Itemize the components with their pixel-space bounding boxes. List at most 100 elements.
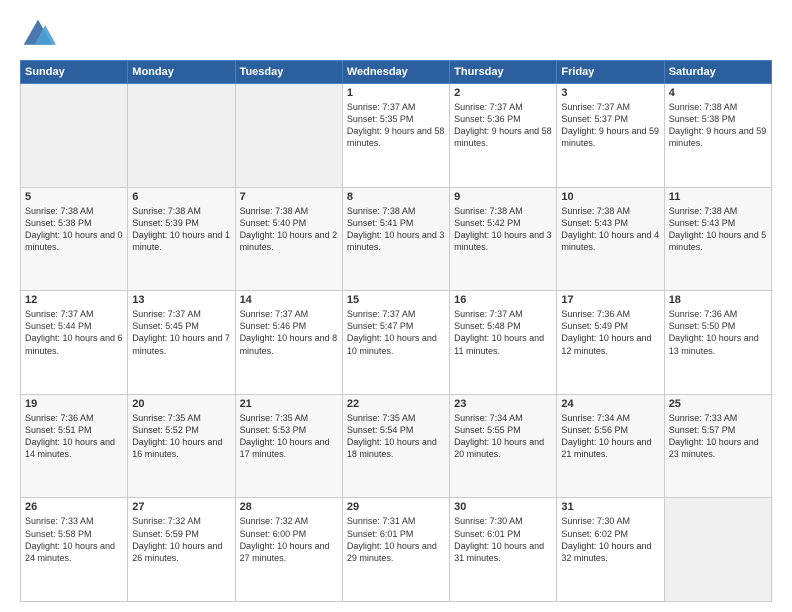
day-info: Sunrise: 7:35 AM Sunset: 5:52 PM Dayligh… bbox=[132, 412, 230, 461]
day-cell bbox=[21, 84, 128, 188]
day-number: 16 bbox=[454, 294, 552, 306]
week-row-5: 26 Sunrise: 7:33 AM Sunset: 5:58 PM Dayli… bbox=[21, 498, 772, 602]
day-cell: 8 Sunrise: 7:38 AM Sunset: 5:41 PM Daylig… bbox=[342, 187, 449, 291]
day-cell: 24 Sunrise: 7:34 AM Sunset: 5:56 PM Dayli… bbox=[557, 394, 664, 498]
day-number: 8 bbox=[347, 191, 445, 203]
day-cell: 28 Sunrise: 7:32 AM Sunset: 6:00 PM Dayli… bbox=[235, 498, 342, 602]
day-number: 24 bbox=[561, 398, 659, 410]
day-info: Sunrise: 7:35 AM Sunset: 5:53 PM Dayligh… bbox=[240, 412, 338, 461]
day-cell: 2 Sunrise: 7:37 AM Sunset: 5:36 PM Daylig… bbox=[450, 84, 557, 188]
weekday-header-row: SundayMondayTuesdayWednesdayThursdayFrid… bbox=[21, 61, 772, 84]
day-cell: 5Sunrise: 7:38 AM Sunset: 5:38 PM Daylig… bbox=[21, 187, 128, 291]
day-info: Sunrise: 7:35 AM Sunset: 5:54 PM Dayligh… bbox=[347, 412, 445, 461]
day-cell: 21 Sunrise: 7:35 AM Sunset: 5:53 PM Dayli… bbox=[235, 394, 342, 498]
day-cell: 7Sunrise: 7:38 AM Sunset: 5:40 PM Daylig… bbox=[235, 187, 342, 291]
day-info: Sunrise: 7:38 AM Sunset: 5:42 PM Dayligh… bbox=[454, 205, 552, 254]
weekday-sunday: Sunday bbox=[21, 61, 128, 84]
day-info: Sunrise: 7:37 AM Sunset: 5:36 PM Dayligh… bbox=[454, 101, 552, 150]
day-number: 3 bbox=[561, 87, 659, 99]
weekday-friday: Friday bbox=[557, 61, 664, 84]
day-cell bbox=[235, 84, 342, 188]
day-info: Sunrise: 7:38 AM Sunset: 5:39 PM Dayligh… bbox=[132, 205, 230, 254]
day-number: 30 bbox=[454, 501, 552, 513]
day-info: Sunrise: 7:34 AM Sunset: 5:56 PM Dayligh… bbox=[561, 412, 659, 461]
day-number: 23 bbox=[454, 398, 552, 410]
day-info: Sunrise: 7:36 AM Sunset: 5:49 PM Dayligh… bbox=[561, 308, 659, 357]
day-info: Sunrise: 7:37 AM Sunset: 5:35 PM Dayligh… bbox=[347, 101, 445, 150]
day-info: Sunrise: 7:30 AM Sunset: 6:02 PM Dayligh… bbox=[561, 515, 659, 564]
week-row-1: 1Sunrise: 7:37 AM Sunset: 5:35 PM Daylig… bbox=[21, 84, 772, 188]
weekday-saturday: Saturday bbox=[664, 61, 771, 84]
day-info: Sunrise: 7:36 AM Sunset: 5:50 PM Dayligh… bbox=[669, 308, 767, 357]
day-cell: 31 Sunrise: 7:30 AM Sunset: 6:02 PM Dayli… bbox=[557, 498, 664, 602]
day-number: 19 bbox=[25, 398, 123, 410]
day-cell: 26 Sunrise: 7:33 AM Sunset: 5:58 PM Dayli… bbox=[21, 498, 128, 602]
day-info: Sunrise: 7:38 AM Sunset: 5:43 PM Dayligh… bbox=[669, 205, 767, 254]
day-number: 4 bbox=[669, 87, 767, 99]
week-row-2: 5Sunrise: 7:38 AM Sunset: 5:38 PM Daylig… bbox=[21, 187, 772, 291]
calendar-table: SundayMondayTuesdayWednesdayThursdayFrid… bbox=[20, 60, 772, 602]
day-cell: 18 Sunrise: 7:36 AM Sunset: 5:50 PM Dayli… bbox=[664, 291, 771, 395]
day-number: 6 bbox=[132, 191, 230, 203]
day-cell: 23 Sunrise: 7:34 AM Sunset: 5:55 PM Dayli… bbox=[450, 394, 557, 498]
day-info: Sunrise: 7:38 AM Sunset: 5:38 PM Dayligh… bbox=[669, 101, 767, 150]
header bbox=[20, 16, 772, 52]
day-cell: 14Sunrise: 7:37 AM Sunset: 5:46 PM Dayli… bbox=[235, 291, 342, 395]
day-info: Sunrise: 7:37 AM Sunset: 5:48 PM Dayligh… bbox=[454, 308, 552, 357]
day-number: 18 bbox=[669, 294, 767, 306]
day-cell: 9 Sunrise: 7:38 AM Sunset: 5:42 PM Daylig… bbox=[450, 187, 557, 291]
day-cell: 10 Sunrise: 7:38 AM Sunset: 5:43 PM Dayli… bbox=[557, 187, 664, 291]
day-number: 2 bbox=[454, 87, 552, 99]
day-info: Sunrise: 7:36 AM Sunset: 5:51 PM Dayligh… bbox=[25, 412, 123, 461]
day-info: Sunrise: 7:38 AM Sunset: 5:38 PM Dayligh… bbox=[25, 205, 123, 254]
day-info: Sunrise: 7:38 AM Sunset: 5:43 PM Dayligh… bbox=[561, 205, 659, 254]
day-info: Sunrise: 7:37 AM Sunset: 5:45 PM Dayligh… bbox=[132, 308, 230, 357]
day-cell: 15Sunrise: 7:37 AM Sunset: 5:47 PM Dayli… bbox=[342, 291, 449, 395]
day-number: 17 bbox=[561, 294, 659, 306]
logo bbox=[20, 16, 60, 52]
logo-icon bbox=[20, 16, 56, 52]
day-cell: 17 Sunrise: 7:36 AM Sunset: 5:49 PM Dayli… bbox=[557, 291, 664, 395]
day-info: Sunrise: 7:33 AM Sunset: 5:58 PM Dayligh… bbox=[25, 515, 123, 564]
page: SundayMondayTuesdayWednesdayThursdayFrid… bbox=[0, 0, 792, 612]
day-cell bbox=[664, 498, 771, 602]
day-cell: 22 Sunrise: 7:35 AM Sunset: 5:54 PM Dayli… bbox=[342, 394, 449, 498]
weekday-monday: Monday bbox=[128, 61, 235, 84]
day-cell: 1Sunrise: 7:37 AM Sunset: 5:35 PM Daylig… bbox=[342, 84, 449, 188]
day-cell bbox=[128, 84, 235, 188]
day-cell: 16 Sunrise: 7:37 AM Sunset: 5:48 PM Dayli… bbox=[450, 291, 557, 395]
weekday-wednesday: Wednesday bbox=[342, 61, 449, 84]
day-number: 22 bbox=[347, 398, 445, 410]
day-cell: 3 Sunrise: 7:37 AM Sunset: 5:37 PM Daylig… bbox=[557, 84, 664, 188]
week-row-4: 19 Sunrise: 7:36 AM Sunset: 5:51 PM Dayli… bbox=[21, 394, 772, 498]
day-cell: 25 Sunrise: 7:33 AM Sunset: 5:57 PM Dayli… bbox=[664, 394, 771, 498]
day-number: 26 bbox=[25, 501, 123, 513]
day-number: 31 bbox=[561, 501, 659, 513]
day-cell: 11Sunrise: 7:38 AM Sunset: 5:43 PM Dayli… bbox=[664, 187, 771, 291]
day-number: 9 bbox=[454, 191, 552, 203]
day-cell: 13Sunrise: 7:37 AM Sunset: 5:45 PM Dayli… bbox=[128, 291, 235, 395]
day-number: 28 bbox=[240, 501, 338, 513]
day-cell: 19 Sunrise: 7:36 AM Sunset: 5:51 PM Dayli… bbox=[21, 394, 128, 498]
day-number: 10 bbox=[561, 191, 659, 203]
day-cell: 27Sunrise: 7:32 AM Sunset: 5:59 PM Dayli… bbox=[128, 498, 235, 602]
day-info: Sunrise: 7:34 AM Sunset: 5:55 PM Dayligh… bbox=[454, 412, 552, 461]
day-cell: 4 Sunrise: 7:38 AM Sunset: 5:38 PM Daylig… bbox=[664, 84, 771, 188]
day-cell: 6 Sunrise: 7:38 AM Sunset: 5:39 PM Daylig… bbox=[128, 187, 235, 291]
day-info: Sunrise: 7:31 AM Sunset: 6:01 PM Dayligh… bbox=[347, 515, 445, 564]
day-info: Sunrise: 7:33 AM Sunset: 5:57 PM Dayligh… bbox=[669, 412, 767, 461]
day-number: 21 bbox=[240, 398, 338, 410]
day-number: 29 bbox=[347, 501, 445, 513]
day-number: 7 bbox=[240, 191, 338, 203]
day-info: Sunrise: 7:32 AM Sunset: 6:00 PM Dayligh… bbox=[240, 515, 338, 564]
day-number: 20 bbox=[132, 398, 230, 410]
day-info: Sunrise: 7:32 AM Sunset: 5:59 PM Dayligh… bbox=[132, 515, 230, 564]
day-number: 15 bbox=[347, 294, 445, 306]
day-cell: 29 Sunrise: 7:31 AM Sunset: 6:01 PM Dayli… bbox=[342, 498, 449, 602]
day-info: Sunrise: 7:38 AM Sunset: 5:41 PM Dayligh… bbox=[347, 205, 445, 254]
day-cell: 20 Sunrise: 7:35 AM Sunset: 5:52 PM Dayli… bbox=[128, 394, 235, 498]
day-number: 14 bbox=[240, 294, 338, 306]
day-number: 25 bbox=[669, 398, 767, 410]
day-info: Sunrise: 7:37 AM Sunset: 5:37 PM Dayligh… bbox=[561, 101, 659, 150]
day-number: 12 bbox=[25, 294, 123, 306]
